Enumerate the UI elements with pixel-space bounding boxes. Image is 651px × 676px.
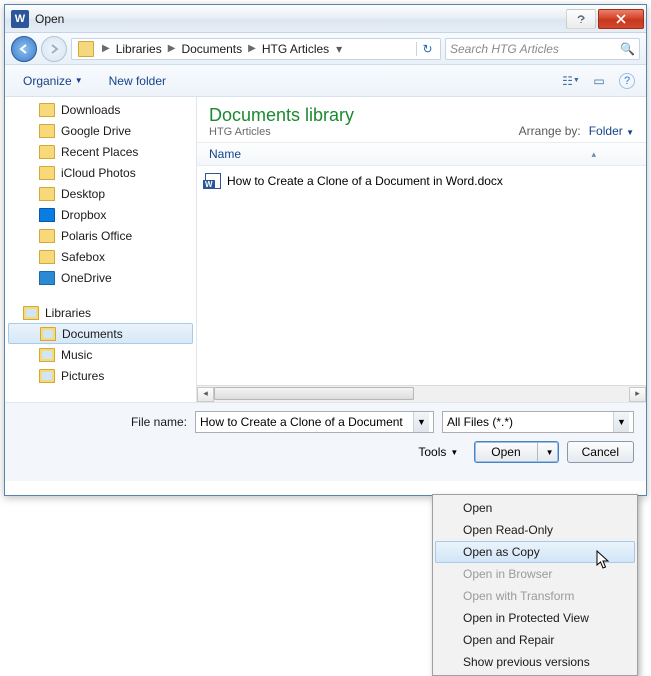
tree-item-downloads[interactable]: Downloads bbox=[5, 99, 196, 120]
chevron-down-icon: ▼ bbox=[450, 448, 458, 457]
content-pane: Documents library HTG Articles Arrange b… bbox=[197, 97, 646, 402]
documents-icon bbox=[40, 327, 56, 341]
folder-icon bbox=[39, 103, 55, 117]
new-folder-button[interactable]: New folder bbox=[99, 71, 176, 91]
arrange-by-dropdown[interactable]: Folder ▼ bbox=[589, 124, 634, 138]
word-doc-icon bbox=[205, 173, 221, 189]
window-title: Open bbox=[35, 12, 564, 26]
library-title: Documents library bbox=[209, 105, 354, 126]
libraries-icon bbox=[23, 306, 39, 320]
tree-item-polaris-office[interactable]: Polaris Office bbox=[5, 225, 196, 246]
tree-item-pictures[interactable]: Pictures bbox=[5, 365, 196, 386]
titlebar: W Open bbox=[5, 5, 646, 33]
search-placeholder: Search HTG Articles bbox=[450, 42, 559, 56]
menu-item-open-and-repair[interactable]: Open and Repair bbox=[435, 629, 635, 651]
help-button[interactable] bbox=[566, 9, 596, 29]
menu-item-show-previous-versions[interactable]: Show previous versions bbox=[435, 651, 635, 673]
help-icon[interactable]: ? bbox=[616, 71, 638, 91]
file-list[interactable]: How to Create a Clone of a Document in W… bbox=[197, 166, 646, 385]
column-name[interactable]: Name bbox=[209, 147, 241, 161]
breadcrumb-item[interactable]: HTG Articles bbox=[260, 42, 331, 56]
folder-icon bbox=[39, 166, 55, 180]
open-dropdown-button[interactable]: ▼ bbox=[542, 448, 558, 457]
sort-indicator-icon: ▴ bbox=[591, 149, 596, 160]
tree-item-google-drive[interactable]: Google Drive bbox=[5, 120, 196, 141]
search-icon: 🔍 bbox=[620, 42, 635, 56]
tree-item-safebox[interactable]: Safebox bbox=[5, 246, 196, 267]
dialog-footer: File name: How to Create a Clone of a Do… bbox=[5, 402, 646, 481]
file-row[interactable]: How to Create a Clone of a Document in W… bbox=[205, 170, 638, 192]
pictures-icon bbox=[39, 369, 55, 383]
preview-pane-button[interactable]: ▭ bbox=[588, 71, 610, 91]
folder-icon bbox=[39, 250, 55, 264]
chevron-down-icon: ▼ bbox=[75, 76, 83, 85]
library-header: Documents library HTG Articles Arrange b… bbox=[197, 97, 646, 142]
menu-item-open-as-copy[interactable]: Open as Copy bbox=[435, 541, 635, 563]
scroll-left-button[interactable]: ◂ bbox=[197, 387, 214, 402]
scroll-track[interactable] bbox=[214, 387, 629, 402]
tree-item-onedrive[interactable]: OneDrive bbox=[5, 267, 196, 288]
forward-button[interactable] bbox=[41, 36, 67, 62]
tree-item-desktop[interactable]: Desktop bbox=[5, 183, 196, 204]
toolbar: Organize ▼ New folder ☷ ▼ ▭ ? bbox=[5, 65, 646, 97]
folder-icon bbox=[39, 145, 55, 159]
file-type-filter[interactable]: All Files (*.*)▼ bbox=[442, 411, 634, 433]
chevron-down-icon[interactable]: ▼ bbox=[413, 412, 429, 432]
open-button[interactable]: Open bbox=[475, 442, 537, 462]
menu-item-open-with-transform: Open with Transform bbox=[435, 585, 635, 607]
horizontal-scrollbar[interactable]: ◂ ▸ bbox=[197, 385, 646, 402]
tree-item-libraries[interactable]: Libraries bbox=[5, 302, 196, 323]
column-header[interactable]: Name ▴ bbox=[197, 142, 646, 166]
close-button[interactable] bbox=[598, 9, 644, 29]
search-input[interactable]: Search HTG Articles 🔍 bbox=[445, 38, 640, 60]
cancel-button[interactable]: Cancel bbox=[567, 441, 634, 463]
open-dropdown-menu: Open Open Read-Only Open as Copy Open in… bbox=[432, 494, 638, 676]
breadcrumb-dropdown[interactable]: ▾ bbox=[331, 42, 347, 56]
folder-icon bbox=[39, 271, 55, 285]
folder-icon bbox=[39, 124, 55, 138]
back-button[interactable] bbox=[11, 36, 37, 62]
open-split-button[interactable]: Open ▼ bbox=[474, 441, 558, 463]
tree-item-music[interactable]: Music bbox=[5, 344, 196, 365]
menu-item-open[interactable]: Open bbox=[435, 497, 635, 519]
open-dialog: W Open ▶ Libraries ▶ Documents ▶ HTG Art… bbox=[4, 4, 647, 496]
chevron-right-icon: ▶ bbox=[98, 43, 114, 54]
filename-input[interactable]: How to Create a Clone of a Document▼ bbox=[195, 411, 434, 433]
menu-item-open-in-browser: Open in Browser bbox=[435, 563, 635, 585]
folder-icon bbox=[39, 208, 55, 222]
folder-icon bbox=[39, 187, 55, 201]
chevron-right-icon: ▶ bbox=[244, 43, 260, 54]
word-app-icon: W bbox=[11, 10, 29, 28]
tree-item-documents[interactable]: Documents bbox=[8, 323, 193, 344]
folder-icon bbox=[78, 41, 94, 57]
menu-item-open-read-only[interactable]: Open Read-Only bbox=[435, 519, 635, 541]
file-name: How to Create a Clone of a Document in W… bbox=[227, 174, 503, 188]
refresh-button[interactable]: ↻ bbox=[416, 42, 438, 56]
breadcrumb[interactable]: ▶ Libraries ▶ Documents ▶ HTG Articles ▾… bbox=[71, 38, 441, 60]
breadcrumb-item[interactable]: Documents bbox=[179, 42, 244, 56]
chevron-down-icon[interactable]: ▼ bbox=[613, 412, 629, 432]
dialog-body: Downloads Google Drive Recent Places iCl… bbox=[5, 97, 646, 402]
tree-item-icloud-photos[interactable]: iCloud Photos bbox=[5, 162, 196, 183]
view-options-button[interactable]: ☷ ▼ bbox=[560, 71, 582, 91]
scroll-right-button[interactable]: ▸ bbox=[629, 387, 646, 402]
folder-icon bbox=[39, 229, 55, 243]
organize-button[interactable]: Organize ▼ bbox=[13, 71, 93, 91]
arrange-by-label: Arrange by: bbox=[519, 124, 581, 138]
tree-item-recent-places[interactable]: Recent Places bbox=[5, 141, 196, 162]
scroll-thumb[interactable] bbox=[214, 387, 414, 400]
filename-label: File name: bbox=[17, 415, 187, 429]
library-subtitle: HTG Articles bbox=[209, 126, 354, 138]
tree-item-dropbox[interactable]: Dropbox bbox=[5, 204, 196, 225]
menu-item-open-protected-view[interactable]: Open in Protected View bbox=[435, 607, 635, 629]
navigation-tree[interactable]: Downloads Google Drive Recent Places iCl… bbox=[5, 97, 197, 402]
navigation-bar: ▶ Libraries ▶ Documents ▶ HTG Articles ▾… bbox=[5, 33, 646, 65]
chevron-right-icon: ▶ bbox=[164, 43, 180, 54]
music-icon bbox=[39, 348, 55, 362]
chevron-down-icon: ▼ bbox=[626, 128, 634, 137]
breadcrumb-item[interactable]: Libraries bbox=[114, 42, 164, 56]
tools-dropdown[interactable]: Tools ▼ bbox=[418, 445, 458, 459]
